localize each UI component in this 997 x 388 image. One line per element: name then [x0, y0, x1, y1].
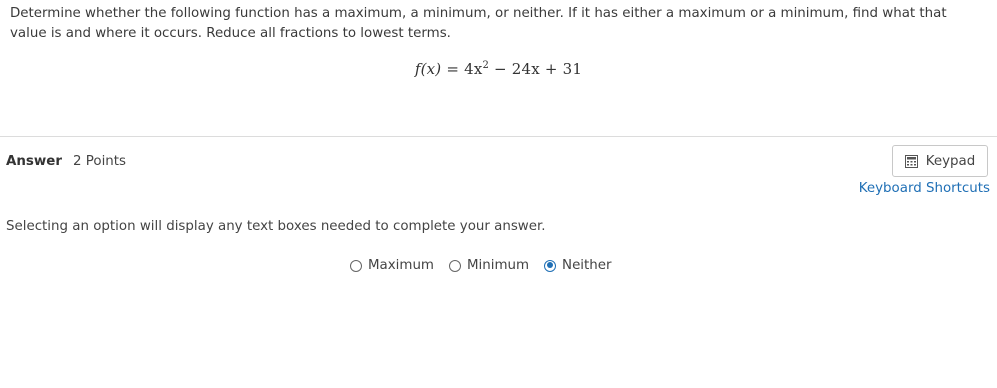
formula-operator-1: − — [494, 60, 507, 78]
formula-lhs: f(x) — [414, 60, 442, 78]
question-text: Determine whether the following function… — [10, 6, 947, 41]
points-label: 2 Points — [73, 154, 126, 169]
formula-term-2: 24x — [511, 60, 540, 78]
formula-operator-2: + — [544, 60, 558, 78]
keypad-button-label: Keypad — [925, 153, 976, 169]
formula-exponent: 2 — [482, 60, 490, 71]
option-maximum[interactable]: Maximum — [350, 258, 434, 273]
answer-options: Maximum Minimum Neither — [350, 258, 627, 273]
radio-minimum[interactable] — [448, 259, 461, 272]
option-maximum-label: Maximum — [368, 258, 434, 273]
option-minimum-label: Minimum — [466, 258, 530, 273]
answer-label: Answer — [6, 154, 62, 169]
function-formula: f(x) = 4x2 − 24x + 31 — [0, 60, 997, 78]
calculator-icon — [904, 154, 918, 168]
formula-term-3: 31 — [562, 60, 583, 78]
keypad-button[interactable]: Keypad — [892, 145, 988, 177]
section-divider — [0, 136, 997, 137]
option-minimum[interactable]: Minimum — [448, 258, 530, 273]
formula-term-1: 4x — [464, 60, 483, 78]
option-neither[interactable]: Neither — [544, 258, 612, 273]
option-neither-label: Neither — [562, 258, 612, 273]
instruction-text: Selecting an option will display any tex… — [6, 219, 546, 234]
keyboard-shortcuts-link[interactable]: Keyboard Shortcuts — [859, 181, 990, 196]
radio-neither[interactable] — [544, 259, 557, 272]
radio-maximum[interactable] — [350, 259, 362, 272]
formula-equals: = — [446, 60, 460, 78]
